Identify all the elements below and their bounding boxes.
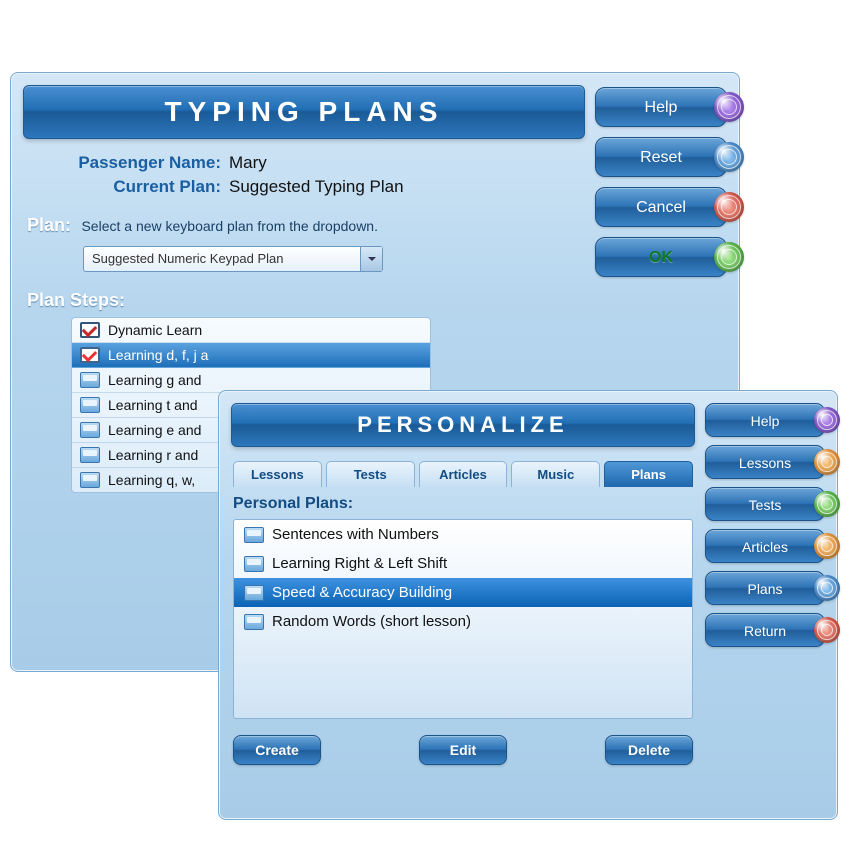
personal-plan-item[interactable]: Sentences with Numbers bbox=[234, 520, 692, 549]
tests-button[interactable]: Tests bbox=[705, 487, 825, 521]
personal-plan-label: Random Words (short lesson) bbox=[272, 613, 471, 630]
screen-icon bbox=[80, 397, 100, 413]
current-plan-row: Current Plan: Suggested Typing Plan bbox=[51, 177, 585, 197]
lessons-button[interactable]: Lessons bbox=[705, 445, 825, 479]
check-icon bbox=[80, 322, 100, 338]
screen-icon bbox=[80, 447, 100, 463]
help-button-label: Help bbox=[751, 413, 780, 429]
current-plan-label: Current Plan: bbox=[51, 177, 221, 197]
check-icon bbox=[80, 347, 100, 363]
personal-plan-label: Speed & Accuracy Building bbox=[272, 584, 452, 601]
personal-plan-label: Sentences with Numbers bbox=[272, 526, 439, 543]
tab-tests[interactable]: Tests bbox=[326, 461, 415, 487]
globe-icon bbox=[814, 449, 840, 475]
screen-icon bbox=[244, 556, 264, 572]
globe-icon bbox=[814, 617, 840, 643]
personalize-window: PERSONALIZE Lessons Tests Articles Music… bbox=[218, 390, 838, 820]
screen-icon bbox=[244, 614, 264, 630]
plan-step-label: Learning d, f, j a bbox=[108, 347, 208, 363]
personalize-sidebar: Help Lessons Tests Articles Plans Return bbox=[705, 403, 825, 765]
create-button[interactable]: Create bbox=[233, 735, 321, 765]
plan-step-label: Dynamic Learn bbox=[108, 322, 202, 338]
ok-button[interactable]: OK bbox=[595, 237, 727, 277]
plan-label: Plan: bbox=[27, 215, 71, 236]
current-plan-value: Suggested Typing Plan bbox=[229, 177, 404, 197]
return-button[interactable]: Return bbox=[705, 613, 825, 647]
articles-button-label: Articles bbox=[742, 539, 788, 555]
personalize-button-row: Create Edit Delete bbox=[233, 735, 693, 765]
help-button-label: Help bbox=[645, 99, 678, 116]
plan-step-label: Learning r and bbox=[108, 447, 198, 463]
personal-plan-item[interactable]: Random Words (short lesson) bbox=[234, 607, 692, 636]
tab-music[interactable]: Music bbox=[511, 461, 600, 487]
personalize-tabs: Lessons Tests Articles Music Plans bbox=[233, 461, 693, 487]
articles-button[interactable]: Articles bbox=[705, 529, 825, 563]
tab-articles[interactable]: Articles bbox=[419, 461, 508, 487]
cancel-button-label: Cancel bbox=[636, 199, 686, 216]
plan-dropdown[interactable]: Suggested Numeric Keypad Plan bbox=[83, 246, 383, 272]
plan-step-item[interactable]: Learning d, f, j a bbox=[72, 343, 430, 368]
lessons-button-label: Lessons bbox=[739, 455, 791, 471]
plan-help-text: Select a new keyboard plan from the drop… bbox=[81, 218, 378, 234]
passenger-row: Passenger Name: Mary bbox=[51, 153, 585, 173]
screen-icon bbox=[80, 422, 100, 438]
globe-icon bbox=[714, 142, 744, 172]
chevron-down-icon bbox=[360, 247, 382, 271]
help-button[interactable]: Help bbox=[595, 87, 727, 127]
screen-icon bbox=[244, 527, 264, 543]
globe-icon bbox=[814, 407, 840, 433]
screen-icon bbox=[244, 585, 264, 601]
personalize-main: PERSONALIZE Lessons Tests Articles Music… bbox=[231, 403, 695, 765]
personal-plans-header: Personal Plans: bbox=[233, 495, 693, 513]
globe-icon bbox=[714, 192, 744, 222]
globe-icon bbox=[714, 242, 744, 272]
typing-plans-title: TYPING PLANS bbox=[23, 85, 585, 139]
screen-icon bbox=[80, 472, 100, 488]
tab-plans[interactable]: Plans bbox=[604, 461, 693, 487]
plan-step-label: Learning q, w, bbox=[108, 472, 195, 488]
tests-button-label: Tests bbox=[749, 497, 782, 513]
reset-button-label: Reset bbox=[640, 149, 682, 166]
edit-button[interactable]: Edit bbox=[419, 735, 507, 765]
reset-button[interactable]: Reset bbox=[595, 137, 727, 177]
personalize-title: PERSONALIZE bbox=[231, 403, 695, 447]
plan-dropdown-value: Suggested Numeric Keypad Plan bbox=[92, 251, 284, 266]
help-button[interactable]: Help bbox=[705, 403, 825, 437]
globe-icon bbox=[814, 575, 840, 601]
plans-button[interactable]: Plans bbox=[705, 571, 825, 605]
personal-plan-item[interactable]: Speed & Accuracy Building bbox=[234, 578, 692, 607]
delete-button[interactable]: Delete bbox=[605, 735, 693, 765]
personal-plans-list[interactable]: Sentences with Numbers Learning Right & … bbox=[233, 519, 693, 719]
plan-step-label: Learning t and bbox=[108, 397, 198, 413]
plan-step-label: Learning g and bbox=[108, 372, 201, 388]
screen-icon bbox=[80, 372, 100, 388]
globe-icon bbox=[714, 92, 744, 122]
ok-button-label: OK bbox=[649, 249, 673, 266]
plan-steps-label: Plan Steps: bbox=[27, 290, 585, 311]
passenger-label: Passenger Name: bbox=[51, 153, 221, 173]
plans-button-label: Plans bbox=[747, 581, 782, 597]
tab-lessons[interactable]: Lessons bbox=[233, 461, 322, 487]
personal-plan-label: Learning Right & Left Shift bbox=[272, 555, 447, 572]
return-button-label: Return bbox=[744, 623, 786, 639]
personal-plan-item[interactable]: Learning Right & Left Shift bbox=[234, 549, 692, 578]
globe-icon bbox=[814, 533, 840, 559]
cancel-button[interactable]: Cancel bbox=[595, 187, 727, 227]
plan-step-label: Learning e and bbox=[108, 422, 201, 438]
passenger-value: Mary bbox=[229, 153, 267, 173]
globe-icon bbox=[814, 491, 840, 517]
plan-step-item[interactable]: Dynamic Learn bbox=[72, 318, 430, 343]
